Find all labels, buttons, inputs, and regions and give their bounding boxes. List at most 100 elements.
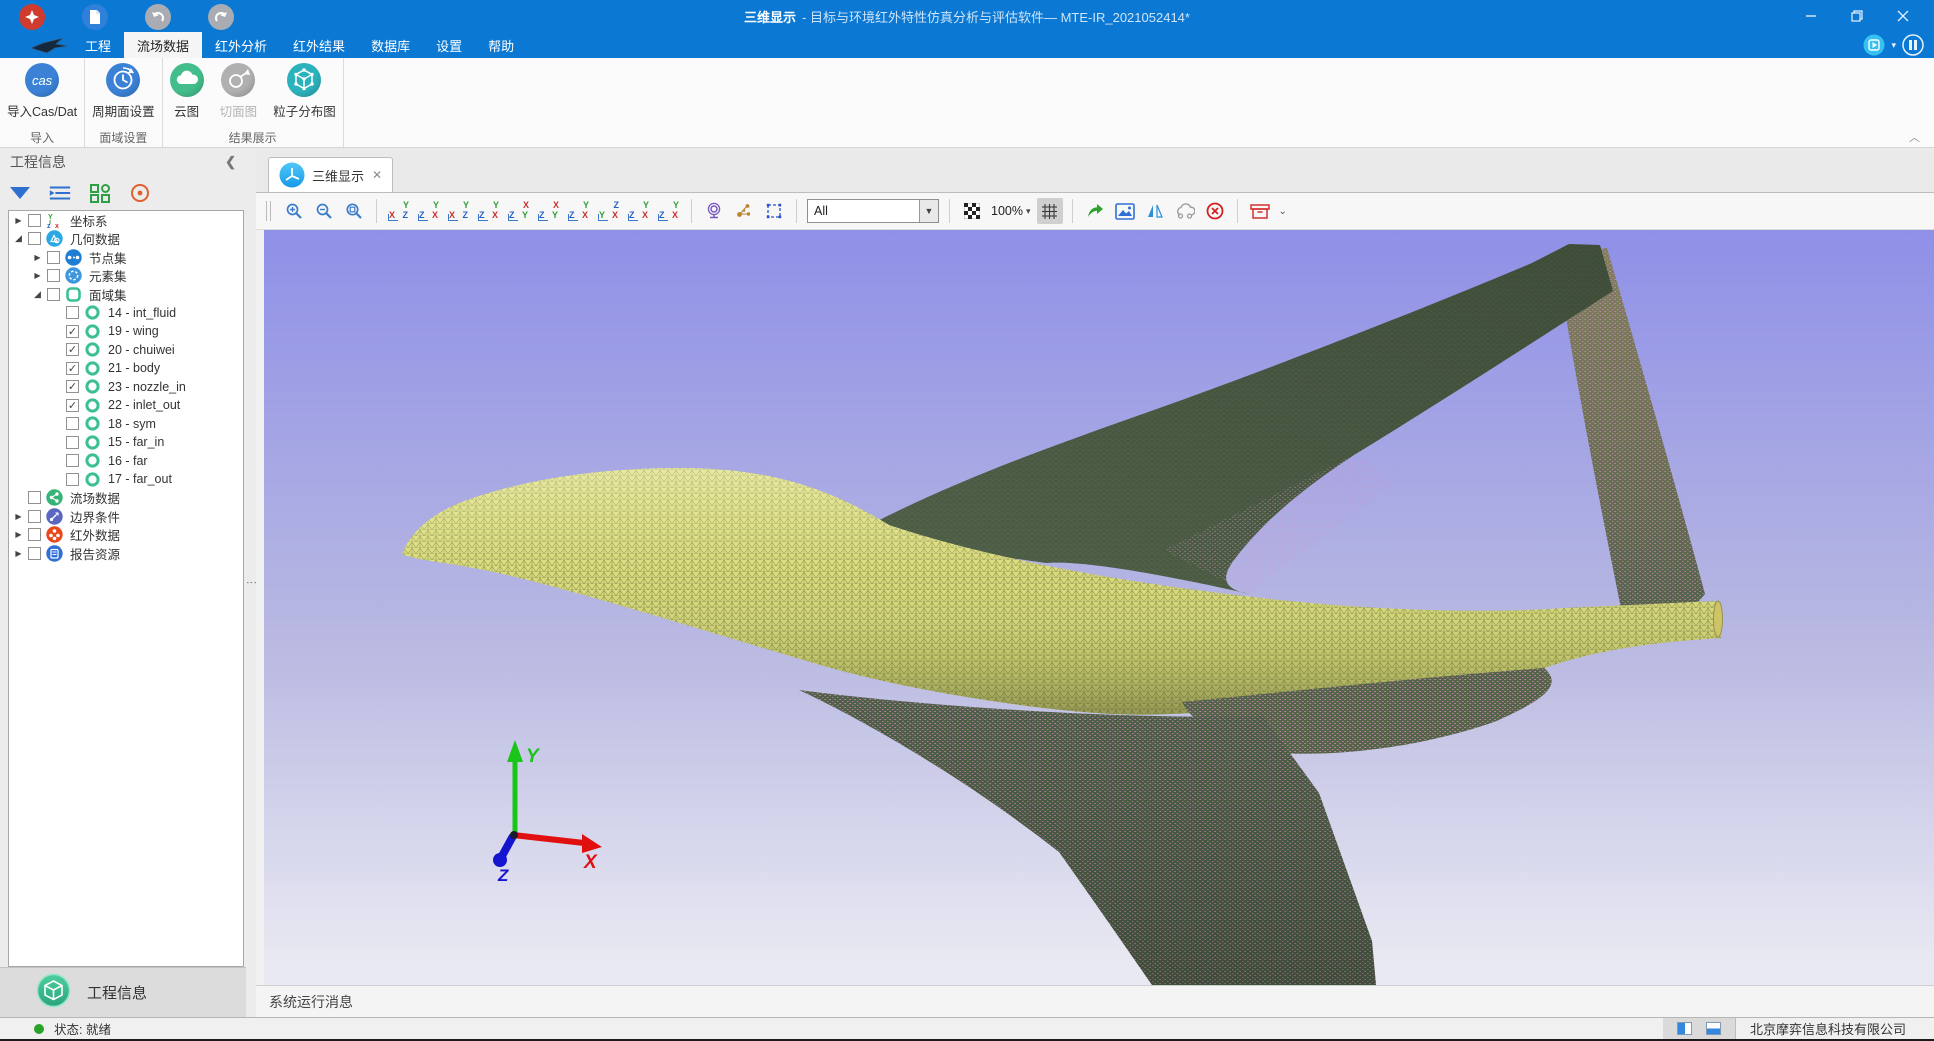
tree-checkbox-wing[interactable]: ✓ — [66, 325, 79, 338]
tree-item-chuiwei[interactable]: ✓20 - chuiwei — [9, 341, 243, 360]
viewport-3d[interactable]: Y X Z — [264, 230, 1934, 985]
expander-closed-icon[interactable]: ▶ — [12, 512, 25, 521]
cloud-icon[interactable] — [1172, 198, 1198, 224]
grid-icon[interactable] — [1037, 198, 1063, 224]
tree-item-geometry[interactable]: ◢几何数据 — [9, 230, 243, 249]
layout-style-button[interactable] — [1902, 34, 1924, 56]
menu-tab-help[interactable]: 帮助 — [475, 32, 527, 58]
menu-tab-settings[interactable]: 设置 — [423, 32, 475, 58]
tree-item-far_out[interactable]: 17 - far_out — [9, 470, 243, 489]
menu-tab-project[interactable]: 工程 — [72, 32, 124, 58]
archive-box-icon[interactable] — [1247, 198, 1273, 224]
tree-checkbox-chuiwei[interactable]: ✓ — [66, 343, 79, 356]
mirror-icon[interactable] — [1142, 198, 1168, 224]
view-left-icon[interactable]: YXZ — [446, 198, 472, 224]
view-top-icon[interactable]: XZY — [506, 198, 532, 224]
tree-checkbox-nozzle_in[interactable]: ✓ — [66, 380, 79, 393]
tree-item-wing[interactable]: ✓19 - wing — [9, 322, 243, 341]
snapshot-icon[interactable] — [1112, 198, 1138, 224]
tab-close-icon[interactable]: ✕ — [372, 168, 382, 182]
zoom-extents-icon[interactable] — [341, 198, 367, 224]
tree-item-sym[interactable]: 18 - sym — [9, 415, 243, 434]
zoom-level-dropdown[interactable]: 100%▾ — [991, 204, 1031, 218]
expander-closed-icon[interactable]: ▶ — [12, 549, 25, 558]
cloud-map-button[interactable]: 云图 — [165, 63, 209, 120]
filter-icon[interactable] — [8, 181, 32, 205]
tree-item-report[interactable]: ▶报告资源 — [9, 544, 243, 563]
tree-item-face-set[interactable]: ◢面域集 — [9, 285, 243, 304]
tree-item-body[interactable]: ✓21 - body — [9, 359, 243, 378]
box-select-icon[interactable] — [761, 198, 787, 224]
cancel-icon[interactable] — [1202, 198, 1228, 224]
view-iso-1-icon[interactable]: YZX — [566, 198, 592, 224]
panel-left-icon[interactable] — [1677, 1022, 1692, 1035]
panel-collapse-button[interactable]: ❮ — [225, 154, 236, 170]
tree-checkbox-flow-data[interactable] — [28, 491, 41, 504]
tree-item-infrared[interactable]: ▶红外数据 — [9, 526, 243, 545]
tree-checkbox-body[interactable]: ✓ — [66, 362, 79, 375]
explode-icon[interactable] — [731, 198, 757, 224]
ribbon-collapse-button[interactable]: ︿ — [1909, 129, 1920, 145]
tree-checkbox-far[interactable] — [66, 454, 79, 467]
probe-icon[interactable] — [701, 198, 727, 224]
menu-tab-ir-result[interactable]: 红外结果 — [280, 32, 358, 58]
view-iso-2-icon[interactable]: ZYX — [596, 198, 622, 224]
toolbar-drag-handle[interactable] — [266, 201, 271, 221]
tree-item-nozzle_in[interactable]: ✓23 - nozzle_in — [9, 378, 243, 397]
tree-checkbox-far_out[interactable] — [66, 473, 79, 486]
view-iso-3-icon[interactable]: YZX — [626, 198, 652, 224]
zoom-out-icon[interactable] — [311, 198, 337, 224]
zoom-in-icon[interactable] — [281, 198, 307, 224]
tree-item-flow-data[interactable]: 流场数据 — [9, 489, 243, 508]
expander-closed-icon[interactable]: ▶ — [31, 253, 44, 262]
locate-icon[interactable] — [128, 181, 152, 205]
caret-down-icon[interactable]: ⌄ — [1279, 206, 1287, 217]
render-style-button[interactable] — [1863, 34, 1885, 56]
view-front-icon[interactable]: YXZ — [386, 198, 412, 224]
tree-checkbox-face-set[interactable] — [47, 288, 60, 301]
expander-open-icon[interactable]: ◢ — [12, 233, 25, 244]
tree-checkbox-report[interactable] — [28, 547, 41, 560]
tree-checkbox-node-set[interactable] — [47, 251, 60, 264]
tree-checkbox-int_fluid[interactable] — [66, 306, 79, 319]
expander-open-icon[interactable]: ◢ — [31, 289, 44, 300]
tree-checkbox-far_in[interactable] — [66, 436, 79, 449]
tree-checkbox-element-set[interactable] — [47, 269, 60, 282]
panel-bottom-icon[interactable] — [1706, 1022, 1721, 1035]
view-back-icon[interactable]: YZX — [416, 198, 442, 224]
view-iso-4-icon[interactable]: YZX — [656, 198, 682, 224]
tree-checkbox-geometry[interactable] — [28, 232, 41, 245]
tree-checkbox-infrared[interactable] — [28, 528, 41, 541]
tree-item-far[interactable]: 16 - far — [9, 452, 243, 471]
tree-item-element-set[interactable]: ▶元素集 — [9, 267, 243, 286]
tree-item-coord-sys[interactable]: ▶Yzx坐标系 — [9, 211, 243, 230]
import-cas-dat-button[interactable]: cas导入Cas/Dat — [2, 63, 82, 120]
minimize-button[interactable] — [1788, 0, 1834, 32]
thumbnails-icon[interactable] — [88, 181, 112, 205]
project-panel-footer[interactable]: 工程信息 — [0, 967, 246, 1017]
tree-checkbox-coord-sys[interactable] — [28, 214, 41, 227]
export-arrow-icon[interactable] — [1082, 198, 1108, 224]
menu-tab-flow-data[interactable]: 流场数据 — [124, 32, 202, 58]
document-tab-view-3d[interactable]: 三维显示✕ — [268, 157, 393, 192]
expander-closed-icon[interactable]: ▶ — [12, 530, 25, 539]
combo-dropdown-icon[interactable]: ▼ — [919, 200, 938, 222]
menu-tab-database[interactable]: 数据库 — [358, 32, 423, 58]
tree-checkbox-boundary[interactable] — [28, 510, 41, 523]
tree-item-inlet_out[interactable]: ✓22 - inlet_out — [9, 396, 243, 415]
outline-icon[interactable] — [48, 181, 72, 205]
expander-closed-icon[interactable]: ▶ — [12, 216, 25, 225]
view-right-icon[interactable]: YZX — [476, 198, 502, 224]
tree-item-far_in[interactable]: 15 - far_in — [9, 433, 243, 452]
view-bottom-icon[interactable]: XZY — [536, 198, 562, 224]
tree-checkbox-sym[interactable] — [66, 417, 79, 430]
maximize-button[interactable] — [1834, 0, 1880, 32]
particle-map-button[interactable]: 粒子分布图 — [268, 63, 341, 120]
close-button[interactable] — [1880, 0, 1926, 32]
tree-item-node-set[interactable]: ▶节点集 — [9, 248, 243, 267]
display-filter-combo[interactable]: All▼ — [807, 199, 939, 223]
panel-splitter[interactable]: ⋮ — [246, 148, 256, 1017]
texture-icon[interactable] — [959, 198, 985, 224]
expander-closed-icon[interactable]: ▶ — [31, 271, 44, 280]
tree-checkbox-inlet_out[interactable]: ✓ — [66, 399, 79, 412]
